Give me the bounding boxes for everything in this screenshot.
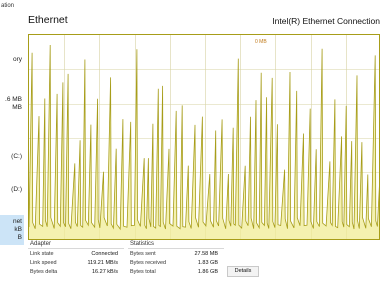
network-performance-window: ation ory .6 MB MB (C:) (D:) net kB B Et… (0, 0, 380, 285)
adapter-row-label: Link speed (30, 260, 57, 266)
statistics-row-value: 27.58 MB (194, 251, 218, 257)
adapter-divider (28, 248, 124, 249)
statistics-row-label: Bytes received (130, 260, 167, 266)
sidebar-item-label: .6 MB (5, 96, 22, 103)
graph-scale-label: 0 MB (255, 39, 267, 45)
sidebar-item-disk-d[interactable]: (D:) (0, 186, 24, 194)
details-footer: Adapter Link state Connected Link speed … (28, 240, 380, 285)
statistics-section-title: Statistics (130, 241, 155, 247)
adapter-row-label: Link state (30, 251, 54, 257)
adapter-row-value: Connected (91, 251, 118, 257)
throughput-graph: 0 MB (28, 34, 380, 240)
throughput-graph-svg: 0 MB (29, 35, 379, 239)
statistics-row-label: Bytes total (130, 269, 156, 275)
adapter-section-title: Adapter (30, 241, 52, 247)
throughput-line (29, 44, 379, 231)
sidebar-item-disk-value[interactable]: .6 MB MB (0, 96, 24, 112)
sidebar-item-sublabel: B (17, 234, 22, 241)
adapter-row-value: 119.21 MB/s (87, 260, 118, 266)
sidebar-item-sublabel: kB (14, 226, 22, 233)
window-title: ation (1, 3, 15, 9)
statistics-row-value: 1.86 GB (197, 269, 218, 275)
sidebar: ory .6 MB MB (C:) (D:) net kB B (0, 12, 24, 285)
sidebar-item-memory[interactable]: ory (0, 56, 24, 64)
adapter-row-value: 16.27 kB/s (92, 269, 118, 275)
sidebar-item-label: ory (12, 56, 22, 63)
performance-header: Ethernet Intel(R) Ethernet Connection (24, 12, 380, 34)
details-button[interactable]: Details (227, 266, 259, 277)
adapter-row-label: Bytes delta (30, 269, 58, 275)
sidebar-item-label: (C:) (11, 153, 22, 160)
statistics-row-value: 1.83 GB (197, 260, 218, 266)
adapter-name: Intel(R) Ethernet Connection (272, 16, 380, 26)
sidebar-item-ethernet[interactable]: net kB B (0, 215, 24, 245)
sidebar-item-label: (D:) (11, 186, 22, 193)
page-title: Ethernet (28, 14, 68, 26)
sidebar-item-disk-c[interactable]: (C:) (0, 153, 24, 161)
sidebar-item-sublabel: MB (12, 104, 22, 111)
sidebar-item-label: net (12, 218, 22, 225)
statistics-divider (128, 248, 224, 249)
statistics-row-label: Bytes sent (130, 251, 156, 257)
